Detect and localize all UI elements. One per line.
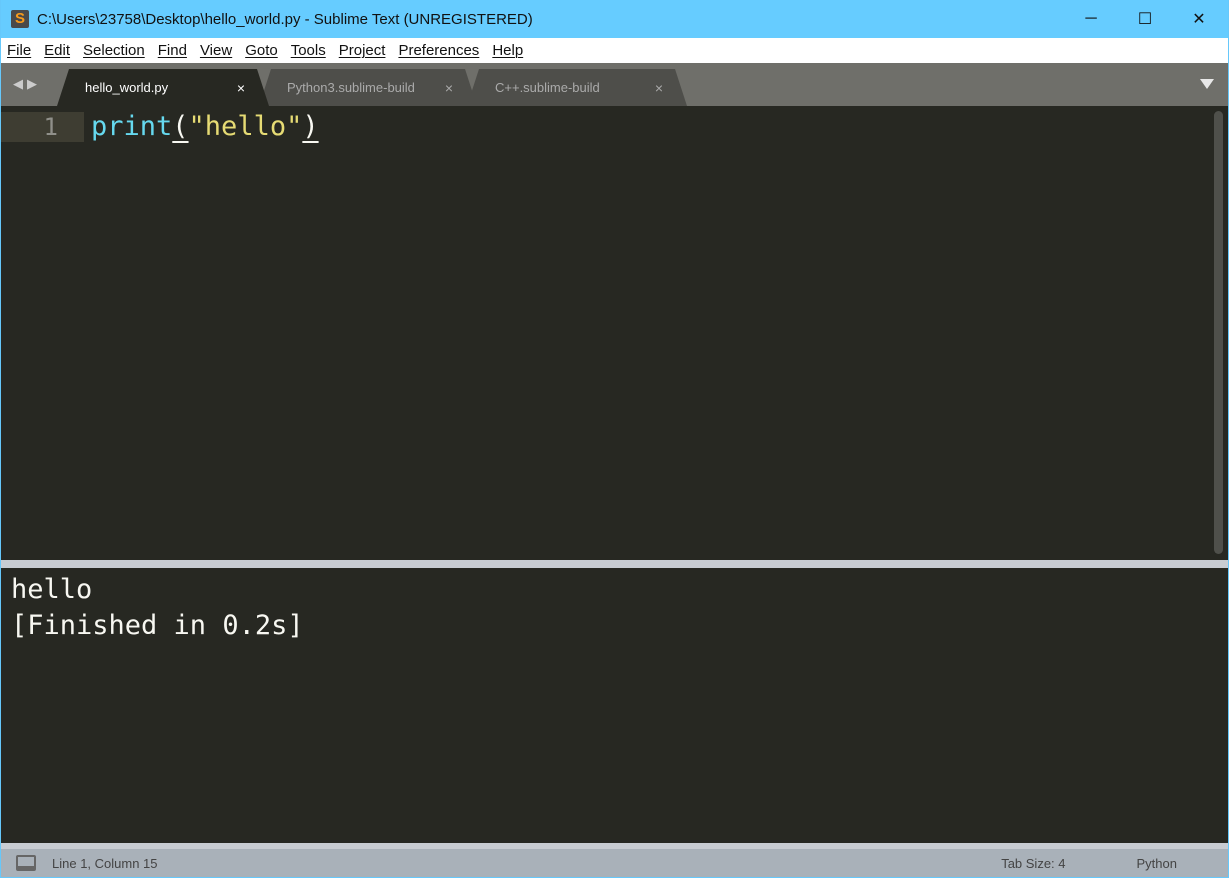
menu-edit[interactable]: Edit <box>44 42 70 59</box>
tab-python3-build[interactable]: Python3.sublime-build × <box>259 69 477 106</box>
title-bar: S C:\Users\23758\Desktop\hello_world.py … <box>1 0 1228 38</box>
menu-bar: File Edit Selection Find View Goto Tools… <box>1 38 1228 63</box>
tab-close-icon[interactable]: × <box>237 80 245 96</box>
menu-project[interactable]: Project <box>339 42 386 59</box>
menu-help[interactable]: Help <box>492 42 523 59</box>
close-button[interactable]: ✕ <box>1172 0 1226 38</box>
tab-nav-arrows-icon[interactable]: ◀▶ <box>13 76 41 92</box>
menu-find[interactable]: Find <box>158 42 187 59</box>
syntax-selector[interactable]: Python <box>1137 856 1177 871</box>
tab-label: hello_world.py <box>85 80 169 95</box>
tab-close-icon[interactable]: × <box>445 80 453 96</box>
tab-hello-world[interactable]: hello_world.py × <box>57 69 269 106</box>
code-function: print <box>91 111 173 142</box>
code-paren: ) <box>302 111 319 142</box>
output-line: hello <box>11 574 93 605</box>
build-output-panel: hello [Finished in 0.2s] <box>4 568 1227 843</box>
tab-bar: ◀▶ Python3.sublime-build × C++.sublime-bu… <box>1 63 1228 106</box>
code-string: "hello" <box>188 111 303 142</box>
sublime-logo-icon: S <box>11 10 29 28</box>
code-line[interactable]: print("hello") <box>91 112 319 142</box>
panel-toggle-icon[interactable] <box>16 855 36 871</box>
tab-cpp-build[interactable]: C++.sublime-build × <box>467 69 687 106</box>
menu-goto[interactable]: Goto <box>245 42 278 59</box>
tab-dropdown-icon[interactable] <box>1200 79 1214 89</box>
status-bar: Line 1, Column 15 Tab Size: 4 Python <box>1 849 1228 877</box>
menu-file[interactable]: File <box>7 42 31 59</box>
minimize-button[interactable]: ─ <box>1064 0 1118 38</box>
tab-size[interactable]: Tab Size: 4 <box>1001 856 1065 871</box>
menu-preferences[interactable]: Preferences <box>398 42 479 59</box>
vertical-scrollbar[interactable] <box>1214 111 1223 554</box>
menu-view[interactable]: View <box>200 42 232 59</box>
code-paren: ( <box>172 111 189 142</box>
menu-selection[interactable]: Selection <box>83 42 145 59</box>
panel-divider[interactable] <box>1 560 1228 568</box>
window-title: C:\Users\23758\Desktop\hello_world.py - … <box>37 10 533 28</box>
sublime-window: S C:\Users\23758\Desktop\hello_world.py … <box>1 0 1228 877</box>
maximize-button[interactable]: ☐ <box>1118 0 1172 38</box>
tab-label: Python3.sublime-build <box>287 80 415 95</box>
menu-tools[interactable]: Tools <box>291 42 326 59</box>
tab-close-icon[interactable]: × <box>655 80 663 96</box>
code-editor[interactable]: 1 print("hello") <box>1 106 1228 560</box>
tab-label: C++.sublime-build <box>495 80 600 95</box>
line-number: 1 <box>1 112 84 142</box>
output-line: [Finished in 0.2s] <box>11 610 304 641</box>
cursor-position: Line 1, Column 15 <box>52 855 158 871</box>
